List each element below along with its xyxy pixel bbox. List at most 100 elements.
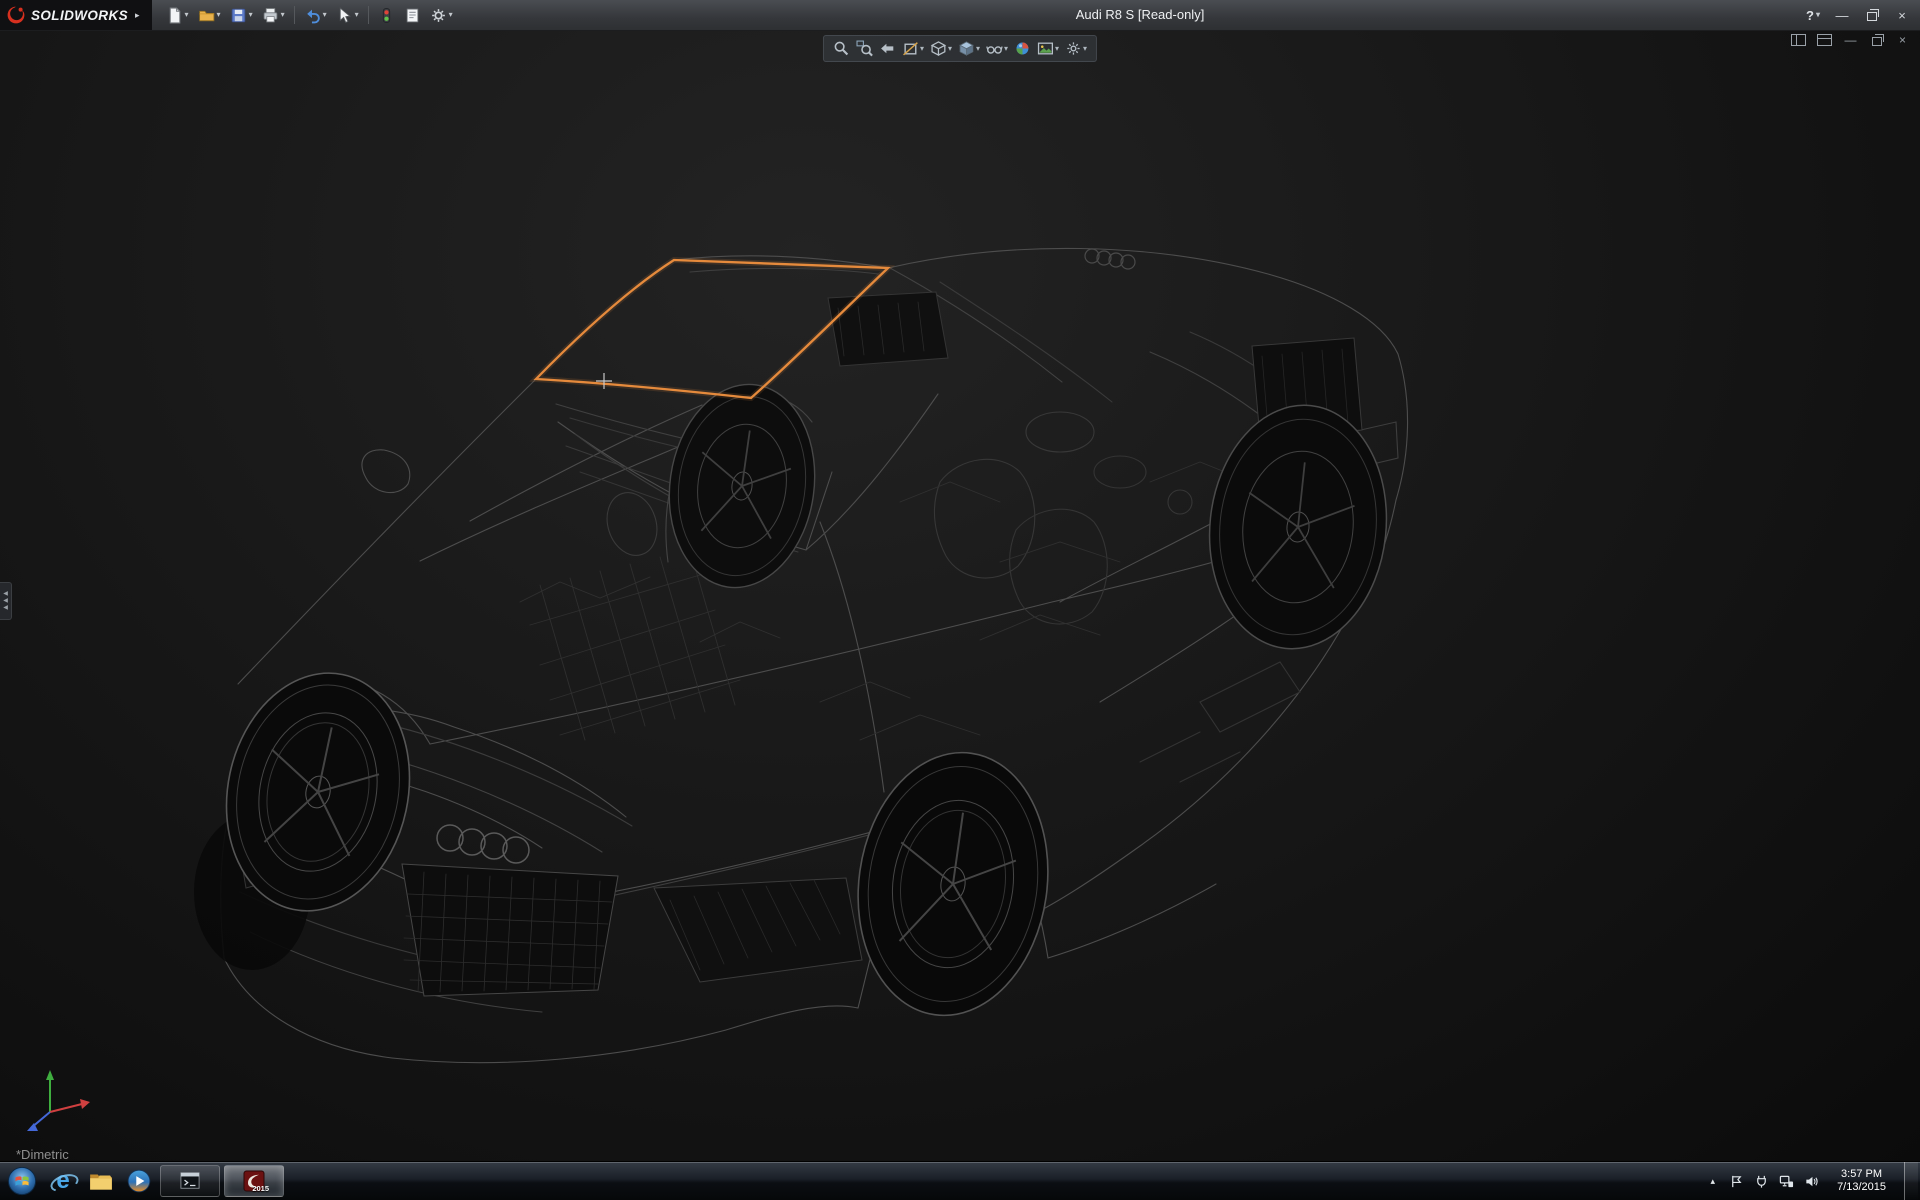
rebuild-button[interactable] [374, 3, 399, 27]
help-label: ? [1806, 8, 1814, 23]
options-button[interactable]: ▾ [426, 3, 457, 27]
restore-glyph [1867, 12, 1877, 21]
show-desktop-button[interactable] [1904, 1162, 1918, 1200]
view-orientation-label: *Dimetric [16, 1147, 69, 1162]
window-controls: ? ▾ — × [1800, 4, 1920, 26]
undo-icon [304, 7, 321, 24]
dropdown-caret: ▾ [185, 11, 189, 19]
undo-button[interactable]: ▾ [300, 3, 331, 27]
close-button[interactable]: × [1888, 5, 1916, 25]
maximize-button[interactable] [1858, 5, 1886, 25]
audi-rings-front [437, 825, 529, 863]
view-orientation-cube-icon [930, 40, 947, 57]
save-button[interactable]: ▾ [226, 3, 257, 27]
hide-show-items-button[interactable]: ▾ [984, 38, 1010, 59]
new-document-icon [166, 7, 183, 24]
minimize-button[interactable]: — [1828, 5, 1856, 25]
windows-taskbar: e [0, 1161, 1920, 1200]
right-headlight [654, 878, 862, 982]
standard-toolbar: ▾ ▾ ▾ [152, 3, 457, 27]
rear-left-wheel [842, 740, 1065, 1028]
apply-scene-icon [1037, 40, 1054, 57]
rebuild-stoplight-icon [378, 7, 395, 24]
minimize-glyph: — [1836, 8, 1849, 23]
show-hidden-icons-button[interactable]: ▴ [1707, 1172, 1720, 1191]
split-vertical-icon [1791, 34, 1806, 46]
print-button[interactable]: ▾ [258, 3, 289, 27]
graphics-area: ▾ ▾ ▾ [0, 30, 1920, 1162]
start-button[interactable] [0, 1162, 44, 1200]
ds-logo-icon [6, 5, 26, 25]
taskbar-clock[interactable]: 3:57 PM 7/13/2015 [1828, 1168, 1895, 1194]
select-cursor-icon [336, 7, 353, 24]
previous-view-icon [879, 40, 896, 57]
dropdown-caret: ▾ [249, 11, 253, 19]
command-prompt-icon [179, 1171, 201, 1191]
section-view-button[interactable]: ▾ [900, 38, 926, 59]
dropdown-caret: ▾ [1004, 45, 1008, 53]
solidworks-task-button[interactable]: 2015 [224, 1165, 284, 1197]
open-folder-icon [198, 7, 215, 24]
media-player-icon [126, 1168, 152, 1194]
toolbar-separator [368, 6, 369, 24]
internet-explorer-button[interactable]: e [44, 1162, 82, 1200]
panel-collapse-handle[interactable]: ◀ ◀ ◀ [0, 582, 12, 620]
dropdown-caret: ▾ [323, 11, 327, 19]
collapse-arrow-icon: ◀ [3, 591, 8, 598]
engine-cover-mesh [828, 292, 948, 366]
edit-appearance-button[interactable] [1012, 38, 1033, 59]
previous-view-button[interactable] [877, 38, 898, 59]
dropdown-caret: ▾ [217, 11, 221, 19]
split-pane-vertical-button[interactable] [1789, 32, 1808, 48]
note-page-icon [404, 7, 421, 24]
rear-right-wheel [1198, 396, 1399, 657]
ie-letter: e [56, 1169, 69, 1193]
close-glyph: × [1899, 33, 1906, 47]
command-prompt-task-button[interactable] [160, 1165, 220, 1197]
view-orientation-button[interactable]: ▾ [928, 38, 954, 59]
power-options-button[interactable] [1753, 1173, 1769, 1189]
windows-explorer-button[interactable] [82, 1162, 120, 1200]
new-button[interactable]: ▾ [162, 3, 193, 27]
help-button[interactable]: ? ▾ [1800, 4, 1826, 26]
restore-glyph [1872, 37, 1882, 46]
document-restore-button[interactable] [1867, 32, 1886, 48]
save-icon [230, 7, 247, 24]
display-style-icon [958, 40, 975, 57]
dropdown-caret: ▾ [1083, 45, 1087, 53]
options-gear-icon [430, 7, 447, 24]
menu-expand-arrow[interactable]: ▸ [133, 10, 140, 21]
document-close-button[interactable]: × [1893, 32, 1912, 48]
media-player-button[interactable] [120, 1162, 158, 1200]
dropdown-caret: ▾ [976, 45, 980, 53]
zoom-to-fit-button[interactable] [831, 38, 852, 59]
document-window-controls: — × [1789, 32, 1912, 48]
split-horizontal-icon [1817, 34, 1832, 46]
front-right-wheel [657, 375, 828, 597]
dropdown-caret: ▾ [281, 11, 285, 19]
open-button[interactable]: ▾ [194, 3, 225, 27]
select-button[interactable]: ▾ [332, 3, 363, 27]
heads-up-view-toolbar: ▾ ▾ ▾ [823, 35, 1097, 62]
view-settings-button[interactable]: ▾ [1063, 38, 1089, 59]
audi-rings-rear [1085, 249, 1135, 269]
3d-model-view[interactable] [0, 30, 1920, 1162]
split-pane-horizontal-button[interactable] [1815, 32, 1834, 48]
solidworks-app-window: SOLIDWORKS ▸ ▾ ▾ [0, 0, 1920, 1200]
edit-appearance-sphere-icon [1014, 40, 1031, 57]
minimize-glyph: — [1845, 33, 1857, 47]
dropdown-caret: ▾ [449, 11, 453, 19]
apply-scene-button[interactable]: ▾ [1035, 38, 1061, 59]
zoom-to-area-button[interactable] [854, 38, 875, 59]
volume-button[interactable] [1803, 1173, 1819, 1189]
note-button[interactable] [400, 3, 425, 27]
action-center-button[interactable] [1728, 1173, 1744, 1189]
internet-explorer-icon: e [50, 1168, 76, 1194]
collapse-arrow-icon: ◀ [3, 598, 8, 605]
speaker-icon [1804, 1174, 1819, 1189]
zoom-to-area-icon [856, 40, 873, 57]
document-minimize-button[interactable]: — [1841, 32, 1860, 48]
network-status-button[interactable] [1778, 1173, 1794, 1189]
orientation-triad [27, 1070, 90, 1131]
display-style-button[interactable]: ▾ [956, 38, 982, 59]
